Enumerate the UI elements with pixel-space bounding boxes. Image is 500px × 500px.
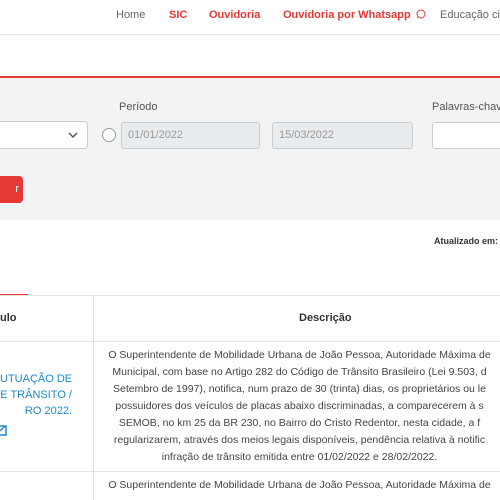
description-line: Setembro de 1997), notifica, num prazo d…: [113, 383, 486, 395]
table-top-border: [0, 295, 500, 296]
nav-sic-link[interactable]: SIC: [169, 9, 187, 21]
description-line: infração de trânsito emitida entre 01/02…: [161, 451, 438, 463]
date-end-input[interactable]: 15/03/2022: [272, 122, 413, 149]
table-row-description: O Superintendente de Mobilidade Urbana d…: [99, 347, 500, 466]
row-title-line: RO 2022.: [24, 405, 72, 417]
column-header-descricao: Descrição: [299, 312, 352, 324]
description-line: SEMOB, no km 25 da BR 230, no Bairro do …: [118, 417, 481, 429]
date-start-input[interactable]: 01/01/2022: [121, 122, 260, 149]
column-header-titulo: ulo: [0, 312, 17, 324]
row-title-line: E TRÂNSITO /: [0, 389, 72, 401]
column-divider: [93, 296, 94, 500]
description-line: O Superintendente de Mobilidade Urbana d…: [108, 349, 491, 361]
updated-label: Atualizado em:: [434, 236, 499, 246]
table-row-border: [0, 471, 500, 472]
description-line: regularizarem, através dos meios legais …: [113, 434, 486, 446]
filter-panel: [0, 78, 500, 220]
palavras-chave-label: Palavras-chav: [432, 101, 500, 113]
category-select[interactable]: [0, 121, 88, 149]
chevron-down-icon: [68, 132, 78, 139]
periodo-radio[interactable]: [102, 128, 116, 142]
nav-home-link[interactable]: Home: [116, 9, 145, 21]
description-line: O Superintendente de Mobilidade Urbana d…: [108, 479, 491, 491]
search-button[interactable]: r: [0, 176, 23, 203]
nav-ouvidoria-link[interactable]: Ouvidoria: [209, 9, 260, 21]
row-title-line: UTUAÇÃO DE: [0, 373, 72, 385]
external-link-icon[interactable]: [0, 424, 8, 436]
description-line: possuidores dos veículos de placas abaix…: [115, 400, 484, 412]
description-line: Municipal, com base no Artigo 282 do Cód…: [112, 366, 487, 378]
nav-ouvidoria-whatsapp-label: Ouvidoria por Whatsapp: [283, 9, 411, 21]
nav-ouvidoria-whatsapp-link[interactable]: Ouvidoria por Whatsapp: [283, 9, 426, 21]
whatsapp-icon: [416, 9, 426, 19]
nav-educacao-link[interactable]: Educação ci: [440, 9, 500, 21]
divider: [0, 34, 500, 35]
periodo-label: Período: [119, 101, 158, 113]
table-row-description: O Superintendente de Mobilidade Urbana d…: [99, 477, 500, 494]
table-header-border: [0, 341, 500, 342]
row-title-link[interactable]: UTUAÇÃO DE E TRÂNSITO / RO 2022.: [0, 371, 72, 419]
keyword-input[interactable]: [432, 122, 500, 149]
top-navigation: Home SIC Ouvidoria Ouvidoria por Whatsap…: [0, 0, 500, 34]
